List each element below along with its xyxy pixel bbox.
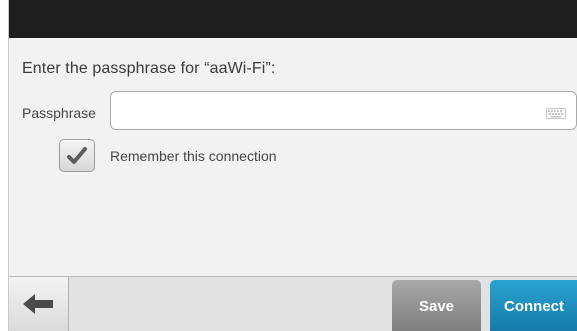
wifi-passphrase-dialog: Enter the passphrase for “aaWi-Fi”: Pass… <box>8 0 577 331</box>
back-button[interactable] <box>9 277 69 331</box>
arrow-left-icon <box>23 294 53 314</box>
action-bar: Save Connect <box>9 276 577 331</box>
passphrase-input[interactable] <box>110 91 577 130</box>
connect-button[interactable]: Connect <box>490 280 577 331</box>
checkmark-icon <box>67 147 87 164</box>
remember-checkbox[interactable] <box>59 139 95 172</box>
title-bar <box>9 0 577 38</box>
keyboard-icon[interactable] <box>546 106 566 119</box>
remember-label[interactable]: Remember this connection <box>110 148 277 164</box>
passphrase-label: Passphrase <box>22 105 96 121</box>
dialog-prompt: Enter the passphrase for “aaWi-Fi”: <box>22 60 276 77</box>
save-button[interactable]: Save <box>392 280 481 331</box>
